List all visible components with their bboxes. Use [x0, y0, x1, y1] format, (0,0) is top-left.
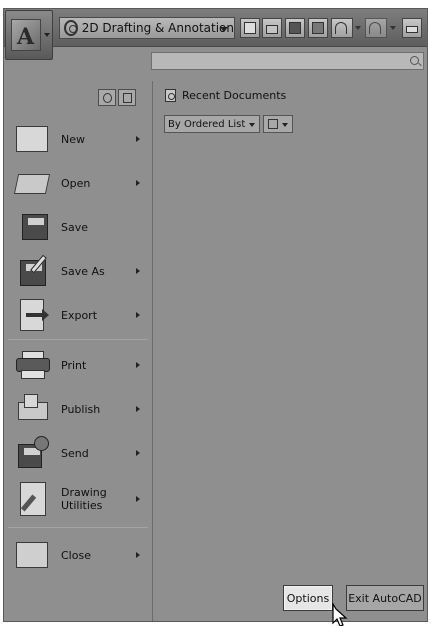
menu-item-label: Send [61, 446, 89, 460]
save-as-icon [14, 254, 52, 288]
chevron-down-icon [44, 33, 50, 37]
chevron-right-icon [136, 312, 140, 318]
menu-item-label: New [61, 132, 85, 146]
plot-icon[interactable] [402, 18, 422, 38]
document-preview-icon [268, 119, 278, 129]
search-icon[interactable] [410, 56, 419, 65]
menu-item-drawing-utilities[interactable]: Drawing Utilities [4, 477, 150, 521]
recent-documents-header: Recent Documents [165, 89, 286, 102]
close-document-icon [14, 538, 52, 572]
open-folder-icon [13, 166, 52, 200]
chevron-right-icon [136, 362, 140, 368]
sort-order-label: By Ordered List [168, 118, 246, 130]
chevron-right-icon [136, 450, 140, 456]
mouse-cursor-icon [332, 603, 348, 626]
menu-item-label: Drawing Utilities [61, 486, 107, 512]
undo-icon[interactable] [331, 18, 353, 38]
sort-order-dropdown[interactable]: By Ordered List [164, 115, 260, 133]
application-menu-window: A 2D Drafting & Annotation New Open Save… [3, 8, 428, 626]
printer-icon [14, 348, 52, 382]
menu-item-export[interactable]: Export [4, 293, 150, 337]
autocad-logo-icon: A [11, 19, 41, 51]
recent-documents-toggle-icon[interactable] [98, 89, 116, 106]
menu-divider [8, 339, 148, 340]
recent-documents-pane: Recent Documents By Ordered List [152, 81, 427, 621]
save-icon [14, 210, 52, 244]
menu-item-publish[interactable]: Publish [4, 387, 150, 431]
open-icon[interactable] [262, 18, 282, 38]
menu-item-label: Open [61, 176, 91, 190]
chevron-right-icon [136, 180, 140, 186]
quick-access-toolbar: A 2D Drafting & Annotation [4, 9, 427, 60]
export-icon [14, 298, 52, 332]
open-documents-toggle-icon[interactable] [118, 89, 136, 106]
chevron-right-icon [136, 496, 140, 502]
chevron-down-icon [249, 123, 255, 127]
chevron-down-icon [282, 123, 288, 127]
chevron-right-icon [136, 136, 140, 142]
application-button[interactable]: A [5, 10, 53, 60]
publish-icon [14, 392, 52, 426]
menu-item-label: Publish [61, 402, 101, 416]
chevron-down-icon[interactable] [390, 26, 396, 30]
menu-item-label: Close [61, 548, 91, 562]
new-icon[interactable] [240, 18, 260, 38]
application-menu-list: New Open Save Save As Export Print Publi… [4, 81, 150, 621]
redo-icon[interactable] [365, 18, 387, 38]
display-style-dropdown[interactable] [263, 115, 293, 133]
menu-item-send[interactable]: Send [4, 431, 150, 475]
menu-item-print[interactable]: Print [4, 343, 150, 387]
search-input[interactable] [151, 52, 424, 70]
menu-item-open[interactable]: Open [4, 161, 150, 205]
chevron-down-icon [220, 27, 228, 32]
menu-item-new[interactable]: New [4, 117, 150, 161]
view-toggles [98, 89, 136, 106]
chevron-right-icon [136, 406, 140, 412]
exit-autocad-button[interactable]: Exit AutoCAD [346, 585, 424, 611]
chevron-down-icon[interactable] [355, 26, 361, 30]
workspace-label: 2D Drafting & Annotation [81, 21, 234, 35]
recent-documents-title: Recent Documents [182, 89, 287, 102]
gear-icon [64, 20, 78, 36]
menu-item-label: Save As [61, 264, 105, 278]
recent-documents-icon [165, 89, 176, 102]
menu-item-label: Print [61, 358, 87, 372]
menu-item-close[interactable]: Close [4, 533, 150, 577]
drawing-utilities-icon [14, 482, 52, 516]
workspace-switcher[interactable]: 2D Drafting & Annotation [59, 17, 235, 39]
new-document-icon [14, 122, 52, 156]
search-strip [4, 47, 427, 81]
send-icon [14, 436, 52, 470]
save-icon[interactable] [285, 18, 305, 38]
chevron-right-icon [136, 552, 140, 558]
menu-item-save-as[interactable]: Save As [4, 249, 150, 293]
menu-divider [8, 527, 148, 528]
save-as-icon[interactable] [308, 18, 328, 38]
menu-item-label: Export [61, 308, 98, 322]
chevron-right-icon [136, 268, 140, 274]
menu-item-save[interactable]: Save [4, 205, 150, 249]
menu-item-label: Save [61, 220, 89, 234]
